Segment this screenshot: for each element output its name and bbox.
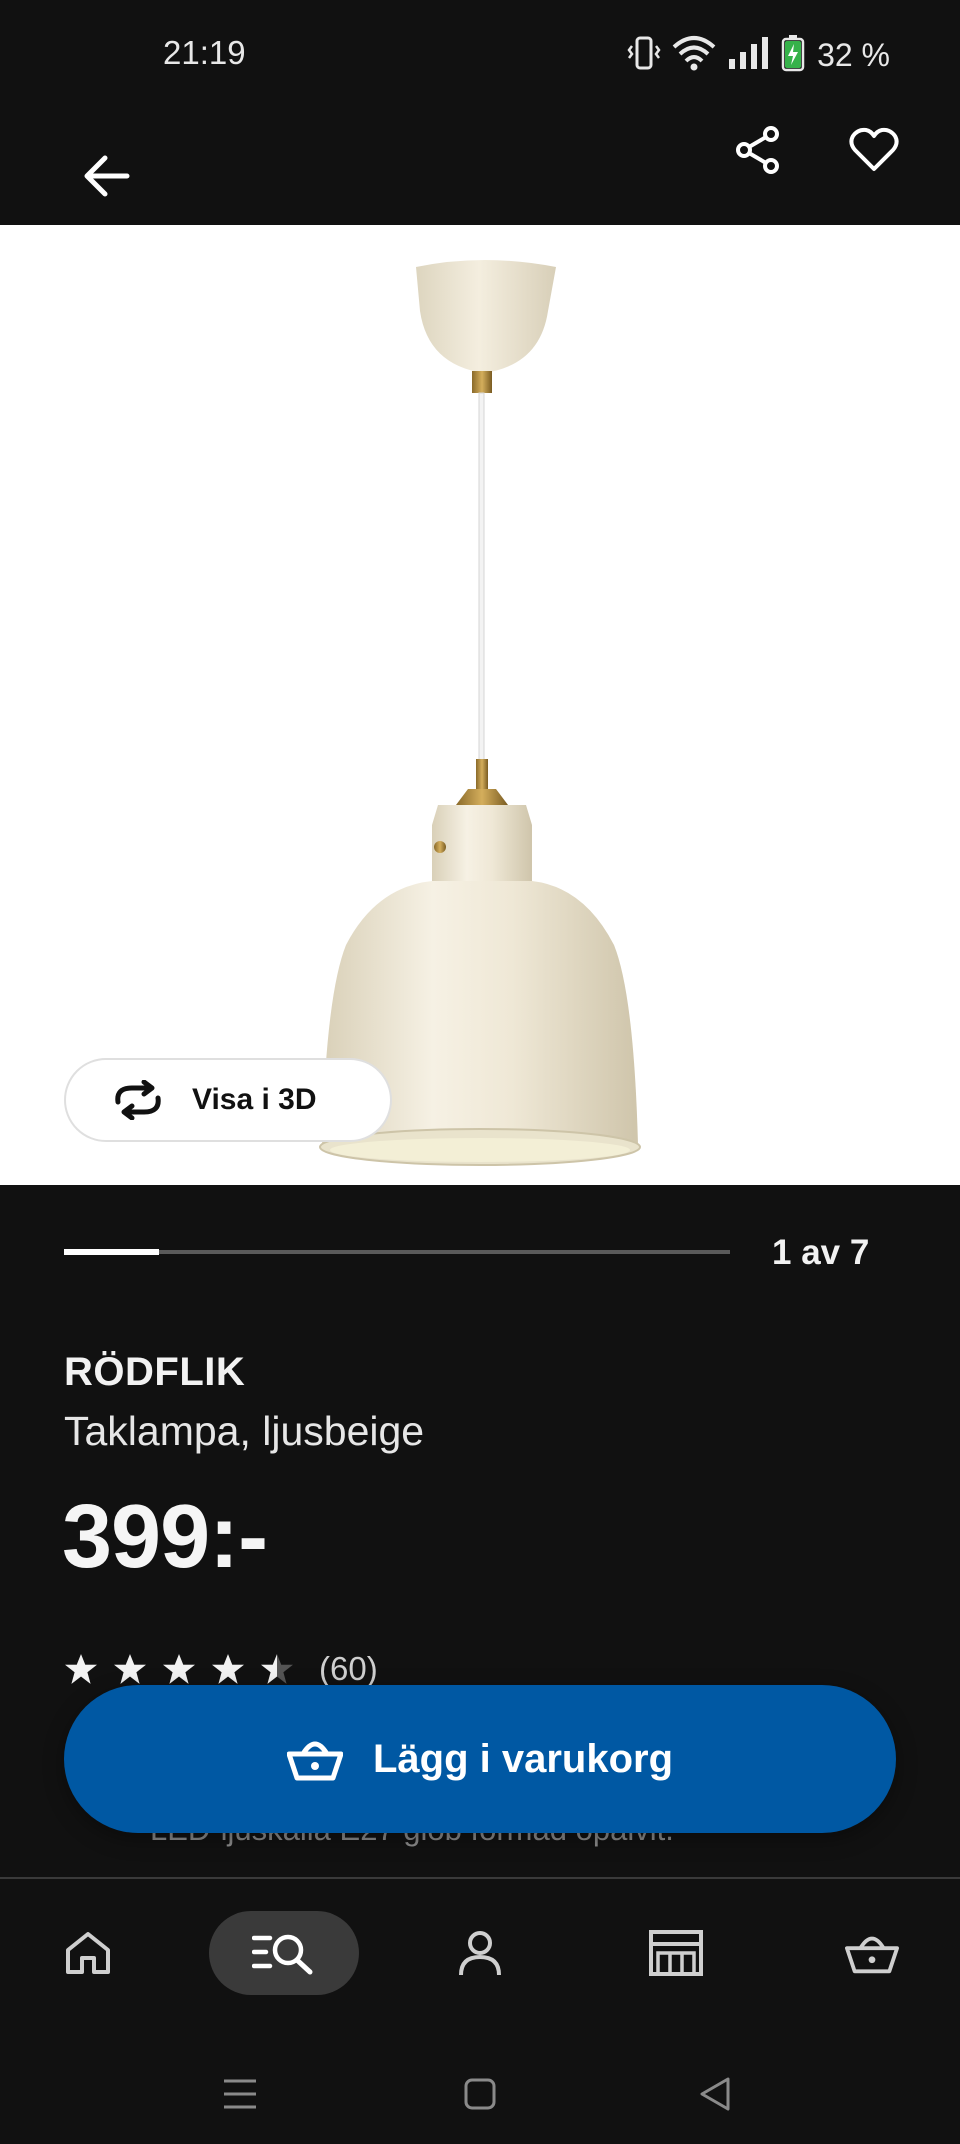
basket-icon — [286, 1741, 343, 1781]
status-bar: 21:19 32 % — [0, 0, 960, 110]
product-price: 399:- — [62, 1487, 268, 1587]
home-square-icon — [464, 2078, 496, 2110]
nav-store[interactable] — [634, 1911, 718, 1995]
signal-icon — [727, 35, 771, 76]
bottom-nav — [0, 1879, 960, 2024]
back-arrow-icon — [84, 155, 130, 197]
status-icons: 32 % — [627, 30, 890, 80]
product-image[interactable]: Visa i 3D — [0, 225, 960, 1185]
nav-basket[interactable] — [830, 1911, 914, 1995]
product-description: Taklampa, ljusbeige — [64, 1408, 425, 1454]
wifi-icon — [671, 35, 717, 76]
recents-icon — [224, 2079, 256, 2109]
status-time: 21:19 — [163, 34, 246, 71]
profile-icon — [459, 1931, 501, 1976]
product-name: RÖDFLIK — [64, 1350, 246, 1394]
system-navigation-bar — [0, 2024, 960, 2144]
heart-icon — [849, 127, 899, 171]
favorite-button[interactable] — [836, 112, 912, 188]
rotate-3d-icon — [115, 1080, 161, 1120]
star-icon — [65, 1654, 97, 1684]
search-icon — [252, 1934, 313, 1975]
add-to-cart-label: Lägg i varukorg — [372, 1736, 674, 1781]
view-in-3d-button[interactable]: Visa i 3D — [64, 1058, 392, 1142]
top-bar — [0, 110, 960, 225]
rating-stars — [64, 1652, 294, 1686]
rating-count: (60) — [319, 1650, 378, 1687]
star-icon — [212, 1654, 244, 1684]
battery-charging-icon — [781, 34, 805, 77]
share-button[interactable] — [720, 112, 796, 188]
recents-button[interactable] — [210, 2064, 270, 2124]
battery-percentage: 32 % — [817, 36, 890, 73]
gallery-progress-track — [64, 1249, 730, 1255]
back-button[interactable] — [70, 140, 142, 212]
nav-profile[interactable] — [438, 1911, 522, 1995]
nav-home[interactable] — [46, 1911, 130, 1995]
vibrate-icon — [627, 34, 661, 77]
back-triangle-icon — [700, 2077, 730, 2111]
home-icon — [66, 1932, 110, 1974]
share-icon — [736, 126, 779, 174]
nav-search[interactable] — [209, 1911, 359, 1995]
star-icon — [163, 1654, 195, 1684]
star-icon — [261, 1654, 293, 1684]
gallery-counter: 1 av 7 — [772, 1233, 870, 1272]
basket-icon — [845, 1936, 899, 1974]
add-to-cart-button[interactable]: Lägg i varukorg — [64, 1685, 896, 1833]
store-icon — [649, 1930, 703, 1976]
system-home-button[interactable] — [450, 2064, 510, 2124]
star-icon — [114, 1654, 146, 1684]
system-back-button[interactable] — [685, 2064, 745, 2124]
gallery-progress-fill — [64, 1249, 160, 1255]
view-in-3d-label: Visa i 3D — [192, 1083, 317, 1116]
pendant-lamp-image — [319, 260, 641, 1166]
product-rating[interactable]: (60) — [64, 1650, 378, 1688]
